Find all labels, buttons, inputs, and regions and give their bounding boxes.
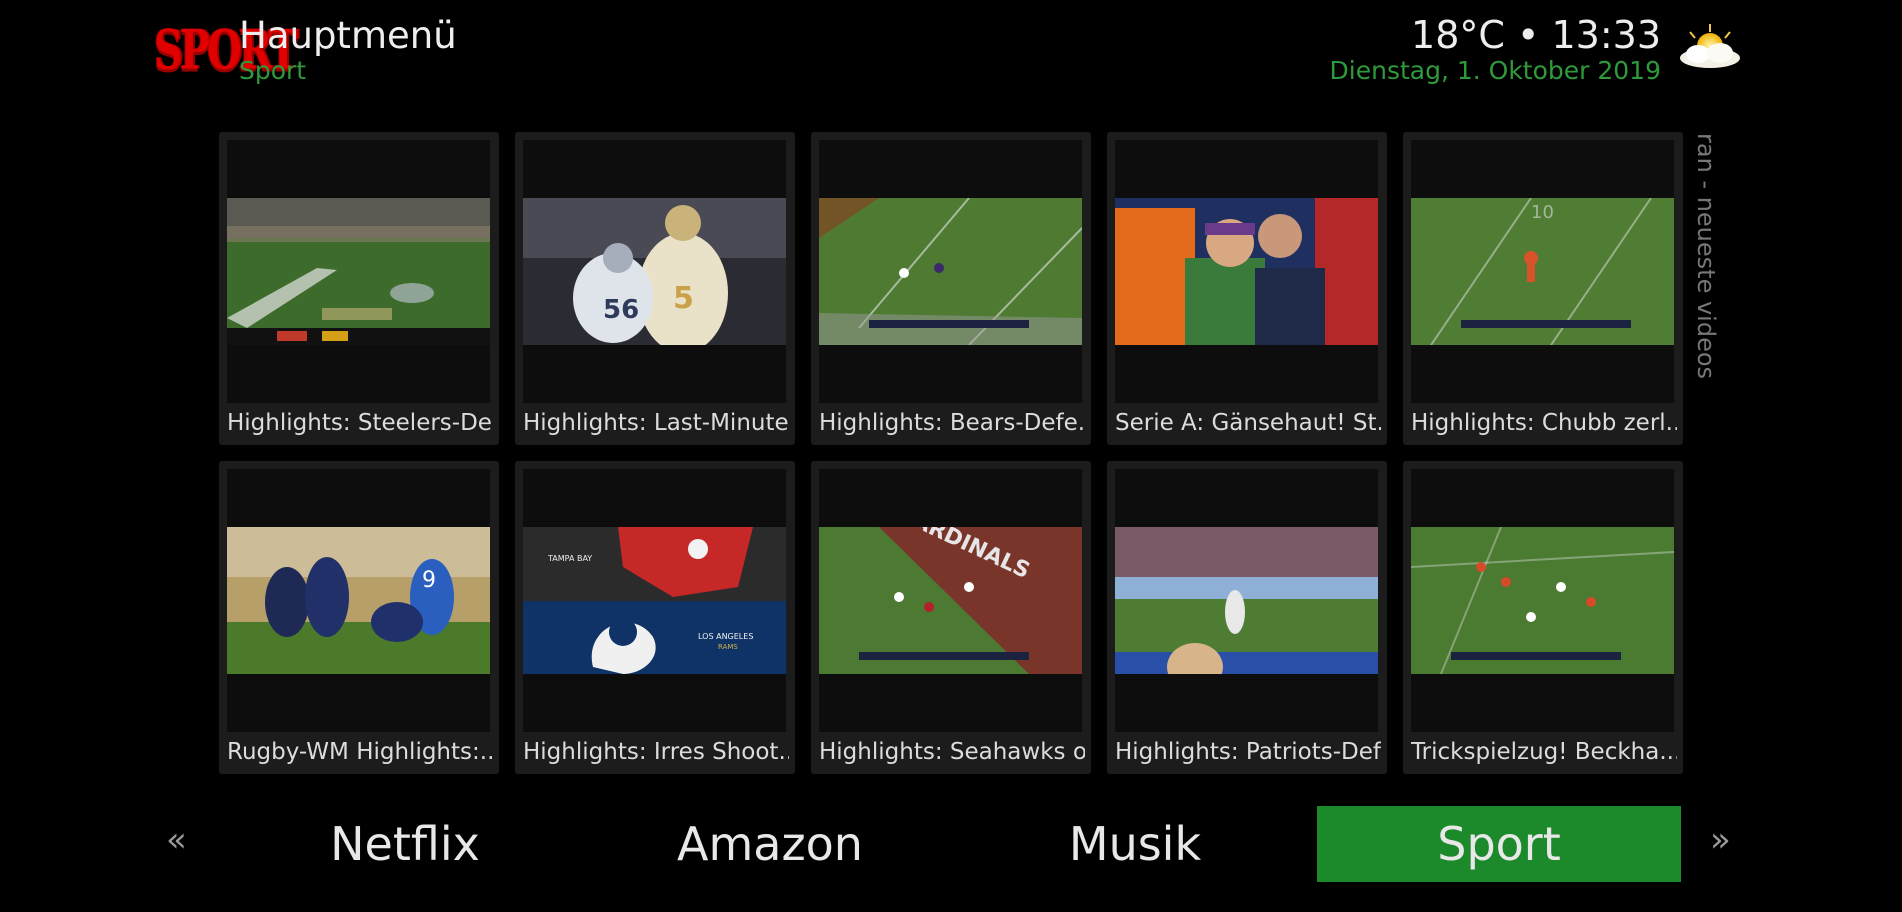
video-thumbnail: TAMPA BAY LOS ANGELES RAMS xyxy=(523,527,786,674)
svg-text:56: 56 xyxy=(603,295,639,325)
chevron-right-icon[interactable]: » xyxy=(1710,820,1731,860)
temperature-clock: 18°C • 13:33 xyxy=(1411,13,1661,57)
video-thumbnail: ARDINALS xyxy=(819,527,1082,674)
video-thumbnail xyxy=(1115,527,1378,674)
video-thumbnail: 5 56 xyxy=(523,198,786,345)
thumbnail-frame xyxy=(1411,469,1674,732)
svg-text:TAMPA BAY: TAMPA BAY xyxy=(547,554,592,563)
video-tile[interactable]: Highlights: Steelers-De... xyxy=(219,132,499,445)
video-tile[interactable]: 10 Highlights: Chubb zerl... xyxy=(1403,132,1683,445)
video-thumbnail xyxy=(819,198,1082,345)
partly-cloudy-icon xyxy=(1676,22,1744,78)
svg-text:5: 5 xyxy=(673,281,694,316)
video-tile[interactable]: Serie A: Gänsehaut! St... xyxy=(1107,132,1387,445)
thumbnail-frame: 10 xyxy=(1411,140,1674,403)
svg-text:RAMS: RAMS xyxy=(718,643,738,651)
menu-item-amazon[interactable]: Amazon xyxy=(588,806,952,882)
thumbnail-frame xyxy=(1115,469,1378,732)
video-title: Highlights: Patriots-Def... xyxy=(1115,739,1381,765)
menu-item-netflix[interactable]: Netflix xyxy=(223,806,587,882)
video-tile[interactable]: ARDINALS Highlights: Seahawks o... xyxy=(811,461,1091,774)
svg-text:9: 9 xyxy=(422,568,436,593)
date-label: Dienstag, 1. Oktober 2019 xyxy=(1329,56,1661,85)
sport-logo: SPORT xyxy=(154,16,298,86)
thumbnail-frame: TAMPA BAY LOS ANGELES RAMS xyxy=(523,469,786,732)
video-thumbnail xyxy=(227,198,490,345)
svg-text:LOS ANGELES: LOS ANGELES xyxy=(698,632,753,641)
video-title: Highlights: Last-Minute... xyxy=(523,410,789,436)
video-title: Highlights: Bears-Defe... xyxy=(819,410,1085,436)
page-title: Hauptmenü xyxy=(239,14,457,57)
video-thumbnail: 9 xyxy=(227,527,490,674)
video-thumbnail: 10 xyxy=(1411,198,1674,345)
video-title: Trickspielzug! Beckha... xyxy=(1411,739,1677,765)
video-title: Highlights: Steelers-De... xyxy=(227,410,493,436)
thumbnail-frame: 9 xyxy=(227,469,490,732)
video-thumbnail xyxy=(1115,198,1378,345)
svg-text:10: 10 xyxy=(1531,202,1554,223)
widget-label: ran - neueste videos xyxy=(1692,133,1720,380)
video-tile[interactable]: Highlights: Bears-Defe... xyxy=(811,132,1091,445)
menu-item-musik[interactable]: Musik xyxy=(953,806,1317,882)
video-tile[interactable]: Highlights: Patriots-Def... xyxy=(1107,461,1387,774)
video-tile[interactable]: Trickspielzug! Beckha... xyxy=(1403,461,1683,774)
thumbnail-frame: ARDINALS xyxy=(819,469,1082,732)
page-subtitle: Sport xyxy=(239,56,307,85)
logo-text: SPORT xyxy=(154,18,298,83)
thumbnail-frame: 5 56 xyxy=(523,140,786,403)
video-title: Highlights: Seahawks o... xyxy=(819,739,1085,765)
video-title: Rugby-WM Highlights:... xyxy=(227,739,493,765)
video-tile[interactable]: TAMPA BAY LOS ANGELES RAMS Highlights: I… xyxy=(515,461,795,774)
video-tile[interactable]: 9 Rugby-WM Highlights:... xyxy=(219,461,499,774)
video-title: Highlights: Chubb zerl... xyxy=(1411,410,1677,436)
main-menu: « Netflix Amazon Musik Sport » xyxy=(0,806,1902,882)
thumbnail-frame xyxy=(1115,140,1378,403)
video-thumbnail xyxy=(1411,527,1674,674)
video-grid: Highlights: Steelers-De... 5 56 Highligh… xyxy=(219,132,1685,774)
thumbnail-frame xyxy=(227,140,490,403)
thumbnail-frame xyxy=(819,140,1082,403)
chevron-left-icon[interactable]: « xyxy=(166,820,187,860)
video-title: Highlights: Irres Shoot... xyxy=(523,739,789,765)
video-tile[interactable]: 5 56 Highlights: Last-Minute... xyxy=(515,132,795,445)
menu-item-sport[interactable]: Sport xyxy=(1317,806,1681,882)
video-title: Serie A: Gänsehaut! St... xyxy=(1115,410,1381,436)
